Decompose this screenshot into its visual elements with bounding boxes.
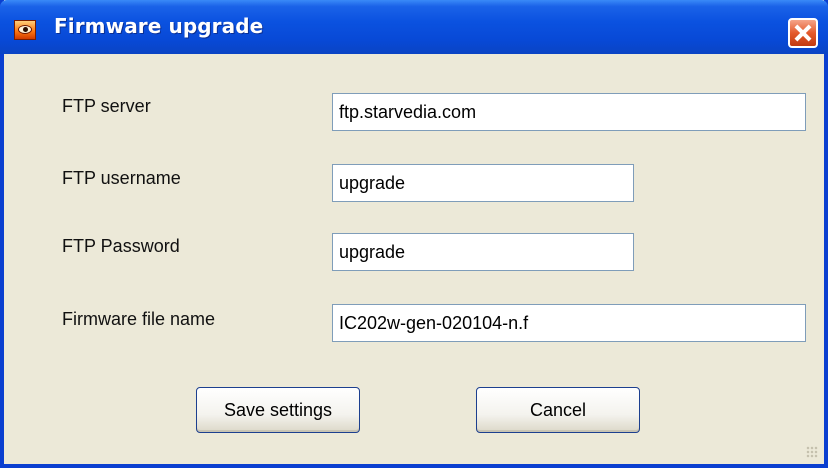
- ftp-username-input[interactable]: [332, 164, 634, 202]
- ftp-password-input[interactable]: [332, 233, 634, 271]
- cancel-button[interactable]: Cancel: [476, 387, 640, 433]
- firmware-file-name-input[interactable]: [332, 304, 806, 342]
- window-title: Firmware upgrade: [54, 14, 264, 38]
- firmware-file-name-label: Firmware file name: [62, 309, 216, 329]
- ftp-server-input[interactable]: [332, 93, 806, 131]
- ftp-server-label: FTP server: [62, 96, 151, 116]
- ftp-password-label: FTP Password: [62, 236, 180, 256]
- title-bar[interactable]: Firmware upgrade: [0, 0, 828, 54]
- close-icon[interactable]: [788, 18, 818, 48]
- save-settings-button[interactable]: Save settings: [196, 387, 360, 433]
- ftp-username-label: FTP username: [62, 168, 181, 188]
- firmware-upgrade-dialog: Firmware upgrade FTP server FTP username…: [0, 0, 828, 468]
- eye-icon: [14, 20, 36, 40]
- resize-grip[interactable]: [806, 446, 818, 458]
